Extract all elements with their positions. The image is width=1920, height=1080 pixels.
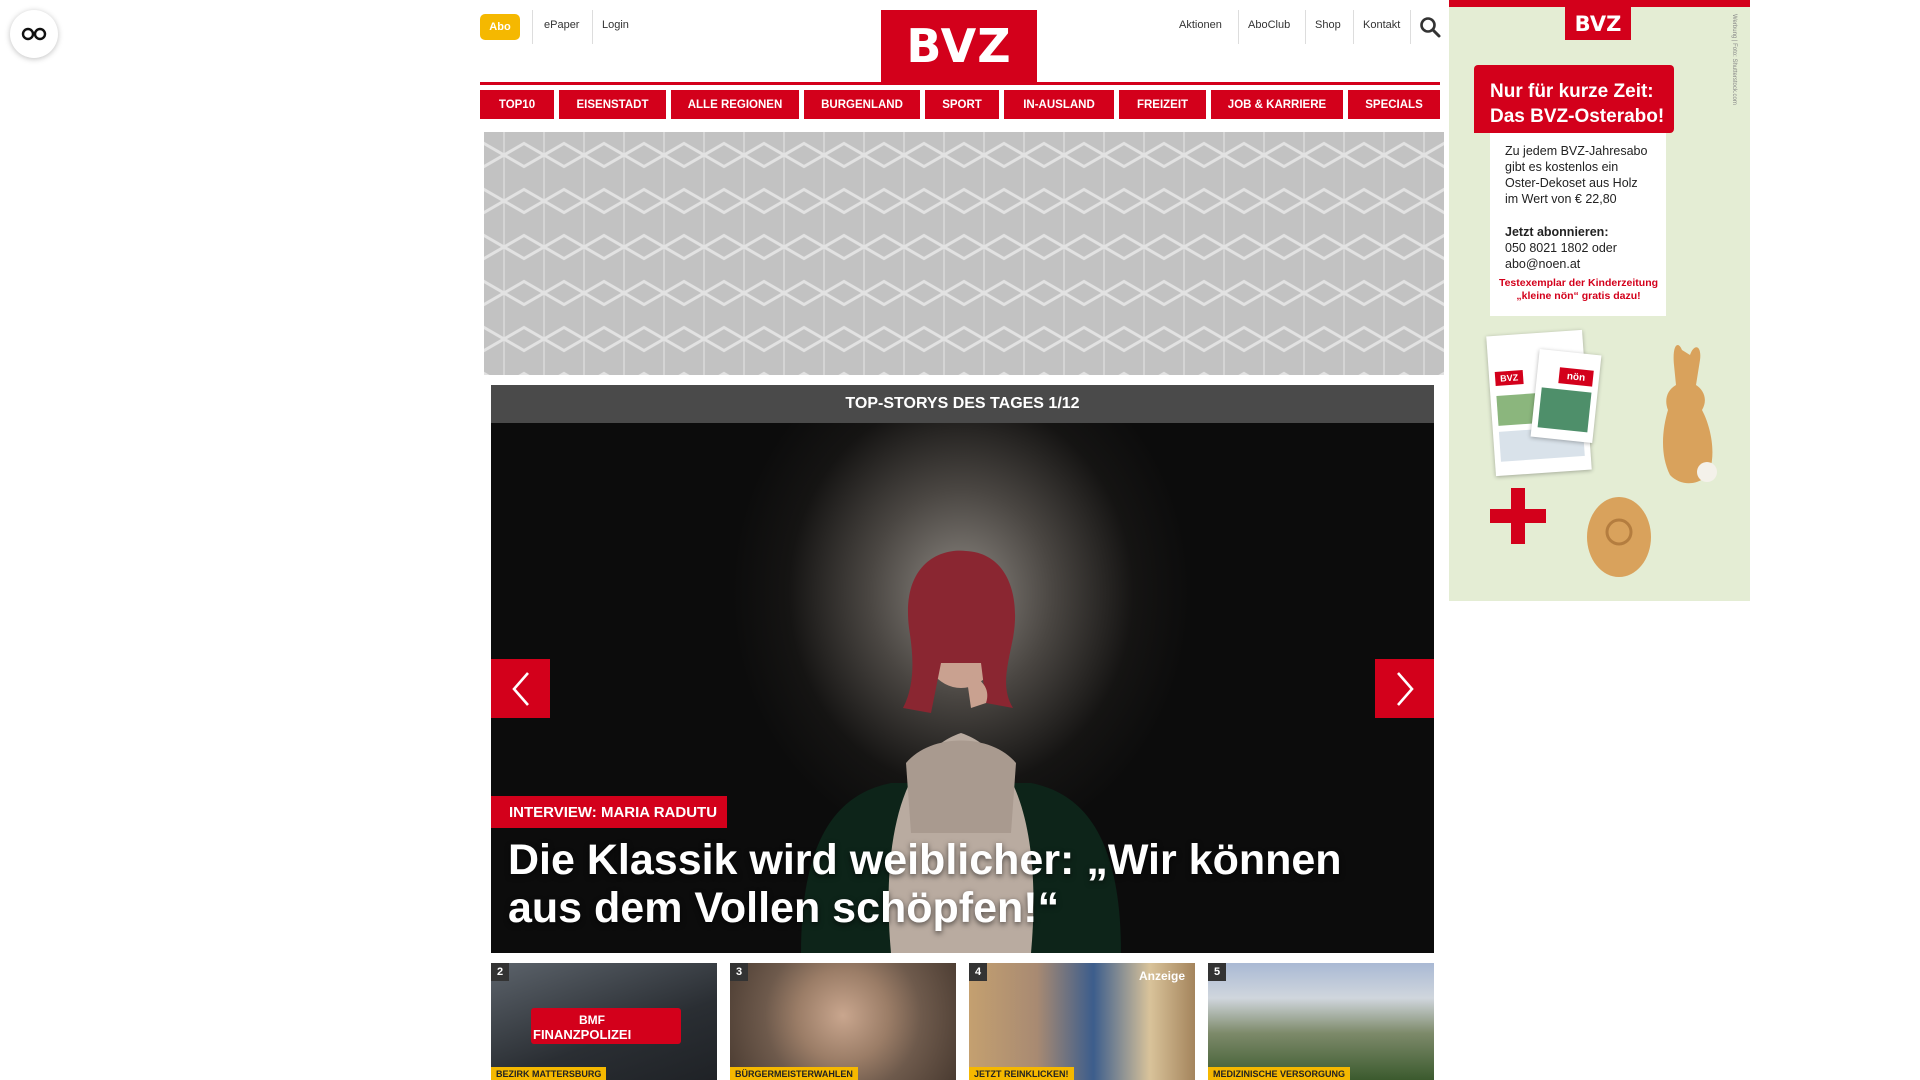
ad-headline-line2: Das BVZ-Osterabo!	[1490, 106, 1665, 127]
nav-item-job-karriere[interactable]: JOB & KARRIERE	[1211, 90, 1343, 119]
next-story-button[interactable]	[1375, 659, 1434, 718]
nav-item-in-ausland[interactable]: IN-AUSLAND	[1004, 90, 1114, 119]
ad-body-line: im Wert von € 22,80	[1505, 192, 1617, 206]
story-thumbnail[interactable]: 3 BÜRGERMEISTERWAHLEN	[730, 963, 956, 1080]
thumbnail-number: 4	[969, 963, 987, 981]
wooden-egg-icon	[1587, 497, 1651, 577]
bmf-badge-text: BMF	[579, 1013, 605, 1027]
ad-promo-line2: „kleine nön“ gratis dazu!	[1516, 290, 1641, 302]
ad-body-line: Zu jedem BVZ-Jahresabo	[1505, 144, 1648, 158]
ad-credit: Werbung | Foto: Shutterstock.com	[1731, 14, 1737, 105]
shop-link[interactable]: Shop	[1315, 19, 1341, 31]
prev-story-button[interactable]	[491, 659, 550, 718]
aktionen-link[interactable]: Aktionen	[1179, 19, 1222, 31]
divider	[1410, 10, 1411, 44]
story-thumbnail[interactable]: BMF FINANZPOLIZEI 2 BEZIRK MATTERSBURG	[491, 963, 717, 1080]
thumbnail-tag: BÜRGERMEISTERWAHLEN	[730, 1067, 858, 1080]
ad-cta: Jetzt abonnieren:	[1505, 225, 1609, 239]
ad-body-line: Oster-Dekoset aus Holz	[1505, 176, 1638, 190]
chevron-left-icon	[511, 671, 529, 706]
story-thumbnail[interactable]: 5 MEDIZINISCHE VERSORGUNG	[1208, 963, 1434, 1080]
ad-kids-photo	[1537, 387, 1592, 433]
ad-kids-logo: nön	[1558, 367, 1594, 387]
ad-body-line: gibt es kostenlos ein	[1505, 160, 1619, 174]
nav-item-sport[interactable]: SPORT	[925, 90, 999, 119]
bvz-logo[interactable]: BVZ	[881, 10, 1037, 82]
ad-promo-line1: Testexemplar der Kinderzeitung	[1498, 277, 1659, 289]
sponsored-badge: Anzeige	[1138, 969, 1185, 983]
accessibility-button[interactable]	[10, 10, 58, 58]
top-stories-header: TOP-STORYS DES TAGES 1/12	[491, 385, 1434, 423]
nav-item-specials[interactable]: SPECIALS	[1348, 90, 1440, 119]
abo-button[interactable]: Abo	[480, 14, 520, 40]
ad-kids-newspaper-image: nön	[1530, 349, 1602, 443]
thumbnail-tag: JETZT REINKLICKEN!	[969, 1067, 1074, 1080]
ad-newspaper-logo: BVZ	[1494, 370, 1524, 386]
story-kicker[interactable]: INTERVIEW: MARIA RADUTU	[491, 796, 728, 828]
thumbnail-tag: BEZIRK MATTERSBURG	[491, 1067, 607, 1080]
finanzpolizei-text: FINANZPOLIZEI	[533, 1027, 632, 1042]
glasses-icon	[21, 27, 47, 41]
plus-icon	[1490, 488, 1546, 544]
nav-item-top10[interactable]: TOP10	[480, 90, 554, 119]
chevron-right-icon	[1396, 671, 1414, 706]
ad-headline: Nur für kurze Zeit: Das BVZ-Osterabo!	[1474, 65, 1674, 133]
aboclub-link[interactable]: AboClub	[1248, 19, 1290, 31]
ad-banner-placeholder[interactable]	[484, 132, 1444, 375]
thumbnail-tag: MEDIZINISCHE VERSORGUNG	[1208, 1067, 1351, 1080]
nav-item-alle-regionen[interactable]: ALLE REGIONEN	[671, 90, 799, 119]
thumbnail-number: 5	[1208, 963, 1226, 981]
wooden-bunny-icon	[1663, 345, 1717, 484]
divider	[592, 10, 593, 44]
thumbnail-number: 3	[730, 963, 748, 981]
main-nav: TOP10 EISENSTADT ALLE REGIONEN BURGENLAN…	[480, 90, 1440, 119]
epaper-link[interactable]: ePaper	[544, 19, 579, 31]
nav-item-burgenland[interactable]: BURGENLAND	[804, 90, 920, 119]
header-divider	[480, 82, 1440, 85]
ad-promo: Testexemplar der Kinderzeitung „kleine n…	[1496, 277, 1661, 303]
ad-bvz-logo: BVZ	[1565, 7, 1631, 40]
story-thumbnail[interactable]: 4 Anzeige JETZT REINKLICKEN!	[969, 963, 1195, 1080]
ad-headline-line1: Nur für kurze Zeit:	[1490, 81, 1654, 102]
ad-email: abo@noen.at	[1505, 257, 1581, 271]
kontakt-link[interactable]: Kontakt	[1363, 19, 1400, 31]
divider	[1238, 10, 1239, 44]
divider	[532, 10, 533, 44]
divider	[1305, 10, 1306, 44]
nav-item-eisenstadt[interactable]: EISENSTADT	[559, 90, 666, 119]
thumbnail-number: 2	[491, 963, 509, 981]
login-link[interactable]: Login	[602, 19, 629, 31]
ad-top-stripe	[1449, 0, 1750, 7]
search-icon[interactable]	[1418, 15, 1442, 39]
ad-phone: 050 8021 1802 oder	[1505, 241, 1617, 255]
divider	[1353, 10, 1354, 44]
story-headline[interactable]: Die Klassik wird weiblicher: „Wir können…	[508, 836, 1408, 932]
nav-item-freizeit[interactable]: FREIZEIT	[1119, 90, 1206, 119]
osterabo-ad[interactable]: BVZ Werbung | Foto: Shutterstock.com Nur…	[1449, 0, 1750, 601]
